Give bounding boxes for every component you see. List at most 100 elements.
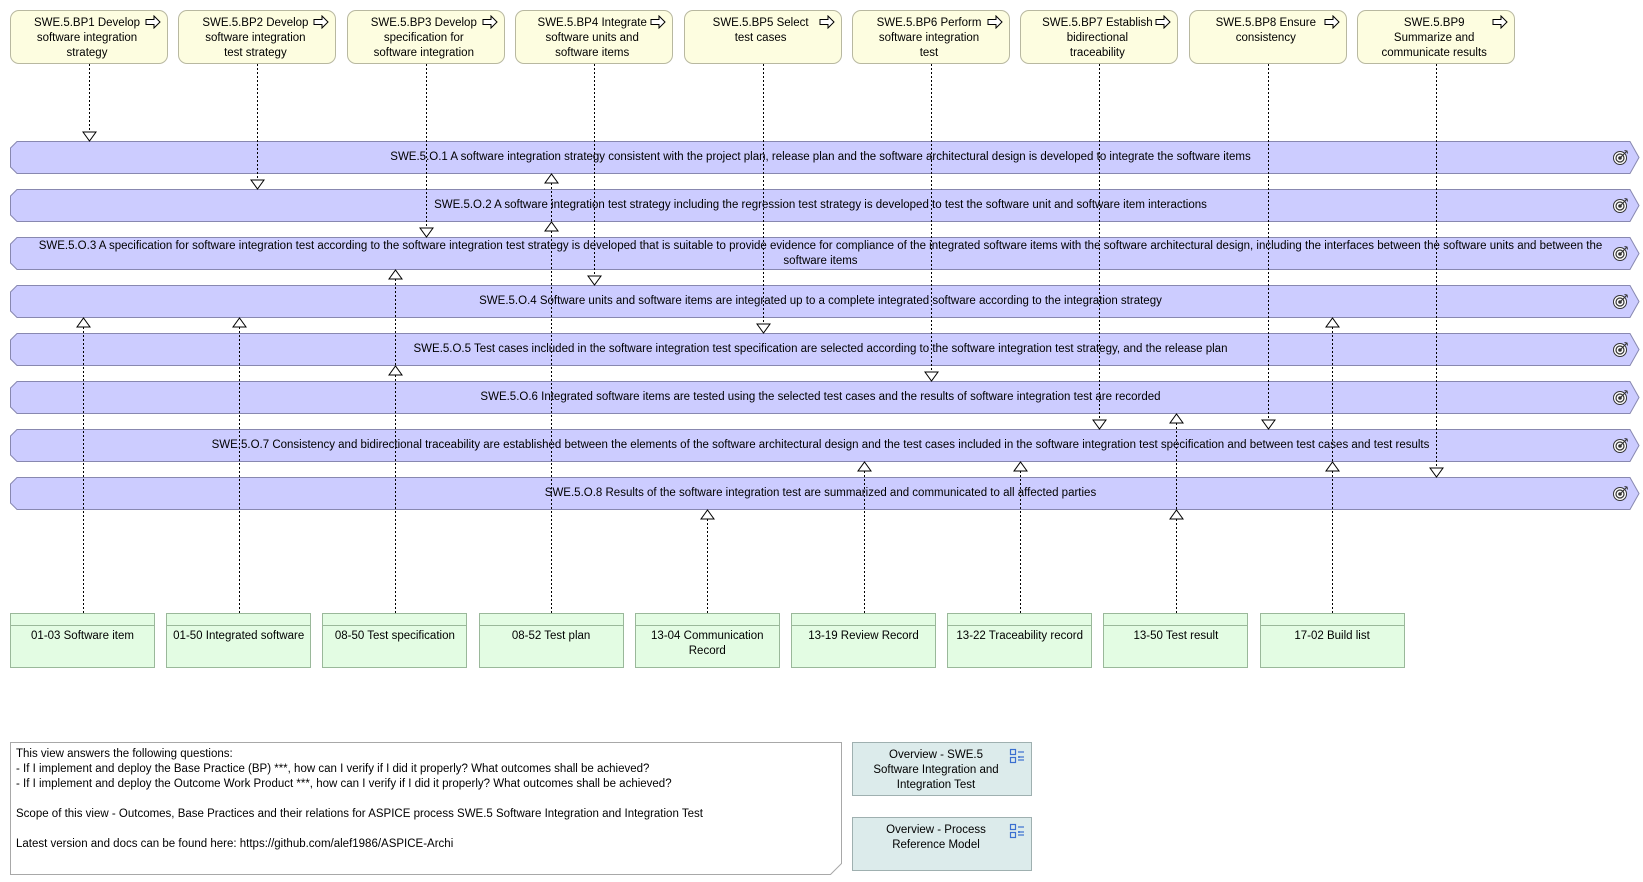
outcome-o6[interactable]: SWE.5.O.6 Integrated software items are … [10, 381, 1640, 414]
base-practice-bp4[interactable]: SWE.5.BP4 Integrate software units and s… [515, 10, 674, 64]
outcome-o8[interactable]: SWE.5.O.8 Results of the software integr… [10, 477, 1640, 510]
goal-target-icon [1613, 438, 1628, 453]
process-arrow-icon [145, 15, 161, 29]
outcome-label: SWE.5.O.2 A software integration test st… [434, 199, 1207, 212]
base-practice-label: SWE.5.BP8 Ensure consistency [1215, 17, 1316, 44]
base-practice-bp3[interactable]: SWE.5.BP3 Develop specification for soft… [346, 10, 505, 64]
outcome-o2[interactable]: SWE.5.O.2 A software integration test st… [10, 189, 1640, 222]
work-product-header [635, 614, 779, 626]
process-arrow-icon [1324, 15, 1340, 29]
work-product-wp0850[interactable]: 08-50 Test specification [322, 613, 468, 668]
arrowhead-up-icon [700, 509, 715, 520]
work-product-wp1304[interactable]: 13-04 Communication Record [634, 613, 780, 668]
outcome-o1[interactable]: SWE.5.O.1 A software integration strateg… [10, 141, 1640, 174]
process-arrow-icon [987, 15, 1003, 29]
work-product-label: 13-19 Review Record [808, 630, 919, 642]
outcome-o3[interactable]: SWE.5.O.3 A specification for software i… [10, 237, 1640, 270]
base-practice-bp8[interactable]: SWE.5.BP8 Ensure consistency [1188, 10, 1347, 64]
outcome-label: SWE.5.O.8 Results of the software integr… [544, 487, 1097, 500]
view-reference-label: Overview - Process Reference Model [886, 824, 986, 851]
arrowhead-up-icon [1013, 461, 1028, 472]
process-arrow-icon [819, 15, 835, 29]
goal-target-icon [1613, 150, 1628, 165]
work-product-wp1319[interactable]: 13-19 Review Record [791, 613, 936, 668]
work-product-wp0852[interactable]: 08-52 Test plan [478, 613, 624, 668]
note-line [16, 822, 836, 837]
work-product-header [479, 614, 623, 626]
base-practice-label: SWE.5.BP9 Summarize and communicate resu… [1381, 17, 1487, 59]
work-product-wp1322[interactable]: 13-22 Traceability record [947, 613, 1093, 668]
base-practice-label: SWE.5.BP4 Integrate software units and s… [537, 17, 647, 59]
arrowhead-up-icon [544, 173, 559, 184]
note-line: Latest version and docs can be found her… [16, 838, 454, 850]
arrowhead-down-icon [419, 227, 434, 238]
process-arrow-icon [1155, 15, 1172, 29]
goal-target-icon [1613, 294, 1628, 309]
process-arrow-icon [1492, 15, 1508, 29]
arrowhead-down-icon [1429, 467, 1444, 478]
arrowhead-up-icon [1169, 413, 1184, 424]
goal-target-icon [1613, 342, 1628, 357]
base-practice-bp6[interactable]: SWE.5.BP6 Perform software integration t… [852, 10, 1010, 64]
work-product-label: 13-22 Traceability record [956, 630, 1083, 642]
work-product-wp0103[interactable]: 01-03 Software item [10, 613, 155, 668]
work-product-label: 13-04 Communication Record [651, 630, 764, 657]
work-product-header [167, 614, 311, 626]
work-product-label: 17-02 Build list [1294, 630, 1370, 642]
view-reference-swe5-overview[interactable]: Overview - SWE.5 Software Integration an… [852, 742, 1032, 796]
work-product-header [323, 614, 467, 626]
process-arrow-icon [482, 15, 498, 29]
base-practice-bp2[interactable]: SWE.5.BP2 Develop software integration t… [178, 10, 337, 64]
arrowhead-up-icon [1325, 317, 1340, 328]
outcome-label: SWE.5.O.7 Consistency and bidirectional … [211, 439, 1430, 452]
work-product-label: 08-50 Test specification [334, 630, 455, 642]
base-practice-label: SWE.5.BP1 Develop software integration s… [33, 17, 141, 59]
work-product-header [948, 614, 1092, 626]
work-product-header [792, 614, 935, 626]
work-product-label: 01-50 Integrated software [173, 630, 305, 642]
outcome-o5[interactable]: SWE.5.O.5 Test cases included in the sof… [10, 333, 1640, 366]
outcome-o4[interactable]: SWE.5.O.4 Software units and software it… [10, 285, 1640, 318]
work-product-label: 08-52 Test plan [511, 630, 591, 642]
base-practice-bp5[interactable]: SWE.5.BP5 Select test cases [683, 10, 842, 64]
note-line [16, 792, 836, 807]
outcome-label: SWE.5.O.6 Integrated software items are … [480, 391, 1161, 404]
process-arrow-icon [313, 15, 330, 29]
note-fold-corner-icon [830, 863, 842, 875]
work-product-header [11, 614, 154, 626]
base-practice-bp1[interactable]: SWE.5.BP1 Develop software integration s… [10, 10, 168, 64]
arrowhead-up-icon [388, 269, 403, 280]
arrowhead-down-icon [1261, 419, 1276, 430]
base-practice-label: SWE.5.BP5 Select test cases [712, 17, 809, 44]
arrowhead-up-icon [232, 317, 247, 328]
base-practice-label: SWE.5.BP6 Perform software integration t… [876, 17, 982, 59]
arrowhead-up-icon [857, 461, 872, 472]
goal-target-icon [1613, 246, 1628, 261]
arrowhead-up-icon [1169, 509, 1184, 520]
work-product-wp1350[interactable]: 13-50 Test result [1103, 613, 1249, 668]
base-practice-bp7[interactable]: SWE.5.BP7 Establish bidirectional tracea… [1020, 10, 1179, 64]
note-line: - If I implement and deploy the Outcome … [16, 778, 672, 790]
arrowhead-down-icon [756, 323, 771, 334]
arrowhead-down-icon [250, 179, 265, 190]
work-product-header [1104, 614, 1248, 626]
work-product-header [1260, 614, 1404, 626]
goal-target-icon [1613, 390, 1628, 405]
arrowhead-down-icon [587, 275, 602, 286]
view-reference-icon [1009, 748, 1024, 764]
note-line: Scope of this view - Outcomes, Base Prac… [16, 808, 703, 820]
outcome-o7[interactable]: SWE.5.O.7 Consistency and bidirectional … [10, 429, 1640, 462]
view-description-note[interactable]: This view answers the following question… [10, 742, 842, 875]
work-product-wp0150[interactable]: 01-50 Integrated software [166, 613, 312, 668]
work-product-wp1702[interactable]: 17-02 Build list [1259, 613, 1405, 668]
arrowhead-down-icon [1092, 419, 1107, 430]
arrowhead-up-icon [388, 365, 403, 376]
view-reference-label: Overview - SWE.5 Software Integration an… [873, 749, 999, 791]
view-reference-process-reference-model[interactable]: Overview - Process Reference Model [852, 817, 1032, 871]
arrowhead-up-icon [1325, 461, 1340, 472]
goal-target-icon [1613, 486, 1628, 501]
arrowhead-up-icon [544, 221, 559, 232]
work-product-label: 13-50 Test result [1133, 630, 1219, 642]
outcome-label: SWE.5.O.1 A software integration strateg… [390, 151, 1251, 164]
base-practice-bp9[interactable]: SWE.5.BP9 Summarize and communicate resu… [1357, 10, 1516, 64]
